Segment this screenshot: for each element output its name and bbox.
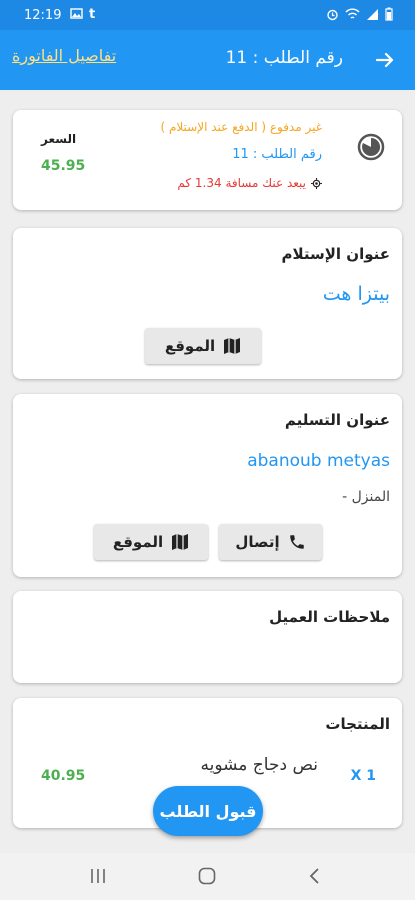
wifi-icon xyxy=(345,8,360,19)
order-summary-card: غير مدفوع ( الدفع عند الإستلام ) رقم الط… xyxy=(13,110,402,210)
price-label: السعر xyxy=(41,132,77,146)
status-time: 12:19 xyxy=(24,8,62,23)
delivery-name: abanoub metyas xyxy=(247,451,390,471)
products-title: المنتجات xyxy=(325,715,390,733)
payment-status: غير مدفوع ( الدفع عند الإستلام ) xyxy=(160,120,322,134)
delivery-location-button[interactable]: الموقع xyxy=(94,524,208,560)
status-bar: 12:19 t xyxy=(0,0,415,30)
alarm-icon xyxy=(327,9,338,20)
delivery-location-label: الموقع xyxy=(112,533,164,551)
system-icons xyxy=(326,7,393,21)
price-value: 45.95 xyxy=(41,158,86,174)
pickup-name: بيتزا هت xyxy=(322,283,390,305)
gps-location-icon xyxy=(311,177,322,189)
back-icon[interactable] xyxy=(307,867,323,885)
app-bar: تفاصيل الفاتورة رقم الطلب : 11 xyxy=(0,30,415,90)
battery-icon xyxy=(385,7,393,21)
distance-text: يبعد عنك مسافة 1.34 كم xyxy=(177,176,306,190)
order-number: رقم الطلب : 11 xyxy=(232,147,322,162)
notes-title: ملاحظات العميل xyxy=(269,608,390,626)
call-label: إتصال xyxy=(235,533,280,551)
product-qty: X 1 xyxy=(350,768,376,784)
image-icon xyxy=(70,8,83,19)
pickup-address-card: عنوان الإستلام بيتزا هت الموقع xyxy=(13,228,402,379)
map-icon xyxy=(224,338,241,354)
back-arrow-icon[interactable] xyxy=(373,48,397,72)
recent-apps-icon[interactable] xyxy=(89,867,107,885)
distance-row: يبعد عنك مسافة 1.34 كم xyxy=(177,176,322,190)
delivery-title: عنوان التسليم xyxy=(284,411,390,429)
delivery-address: المنزل - xyxy=(342,489,390,505)
customer-notes-card: ملاحظات العميل xyxy=(13,591,402,683)
tumblr-icon: t xyxy=(89,7,96,22)
call-button[interactable]: إتصال xyxy=(219,524,322,560)
product-price: 40.95 xyxy=(41,768,86,784)
pickup-title: عنوان الإستلام xyxy=(281,245,390,263)
home-icon[interactable] xyxy=(197,866,217,886)
invoice-details-link[interactable]: تفاصيل الفاتورة xyxy=(12,46,116,65)
notification-icons: t xyxy=(70,7,95,22)
pickup-location-button[interactable]: الموقع xyxy=(145,328,261,364)
accept-order-button[interactable]: قبول الطلب xyxy=(153,786,263,836)
signal-icon xyxy=(367,8,378,20)
delivery-address-card: عنوان التسليم abanoub metyas المنزل - إت… xyxy=(13,394,402,577)
page-title: رقم الطلب : 11 xyxy=(225,48,343,68)
map-icon xyxy=(172,534,189,550)
product-name: نص دجاج مشويه xyxy=(200,755,319,775)
system-nav-bar xyxy=(0,853,415,900)
phone-icon xyxy=(289,535,304,549)
pending-clock-icon xyxy=(357,133,385,161)
pickup-location-label: الموقع xyxy=(164,337,216,355)
